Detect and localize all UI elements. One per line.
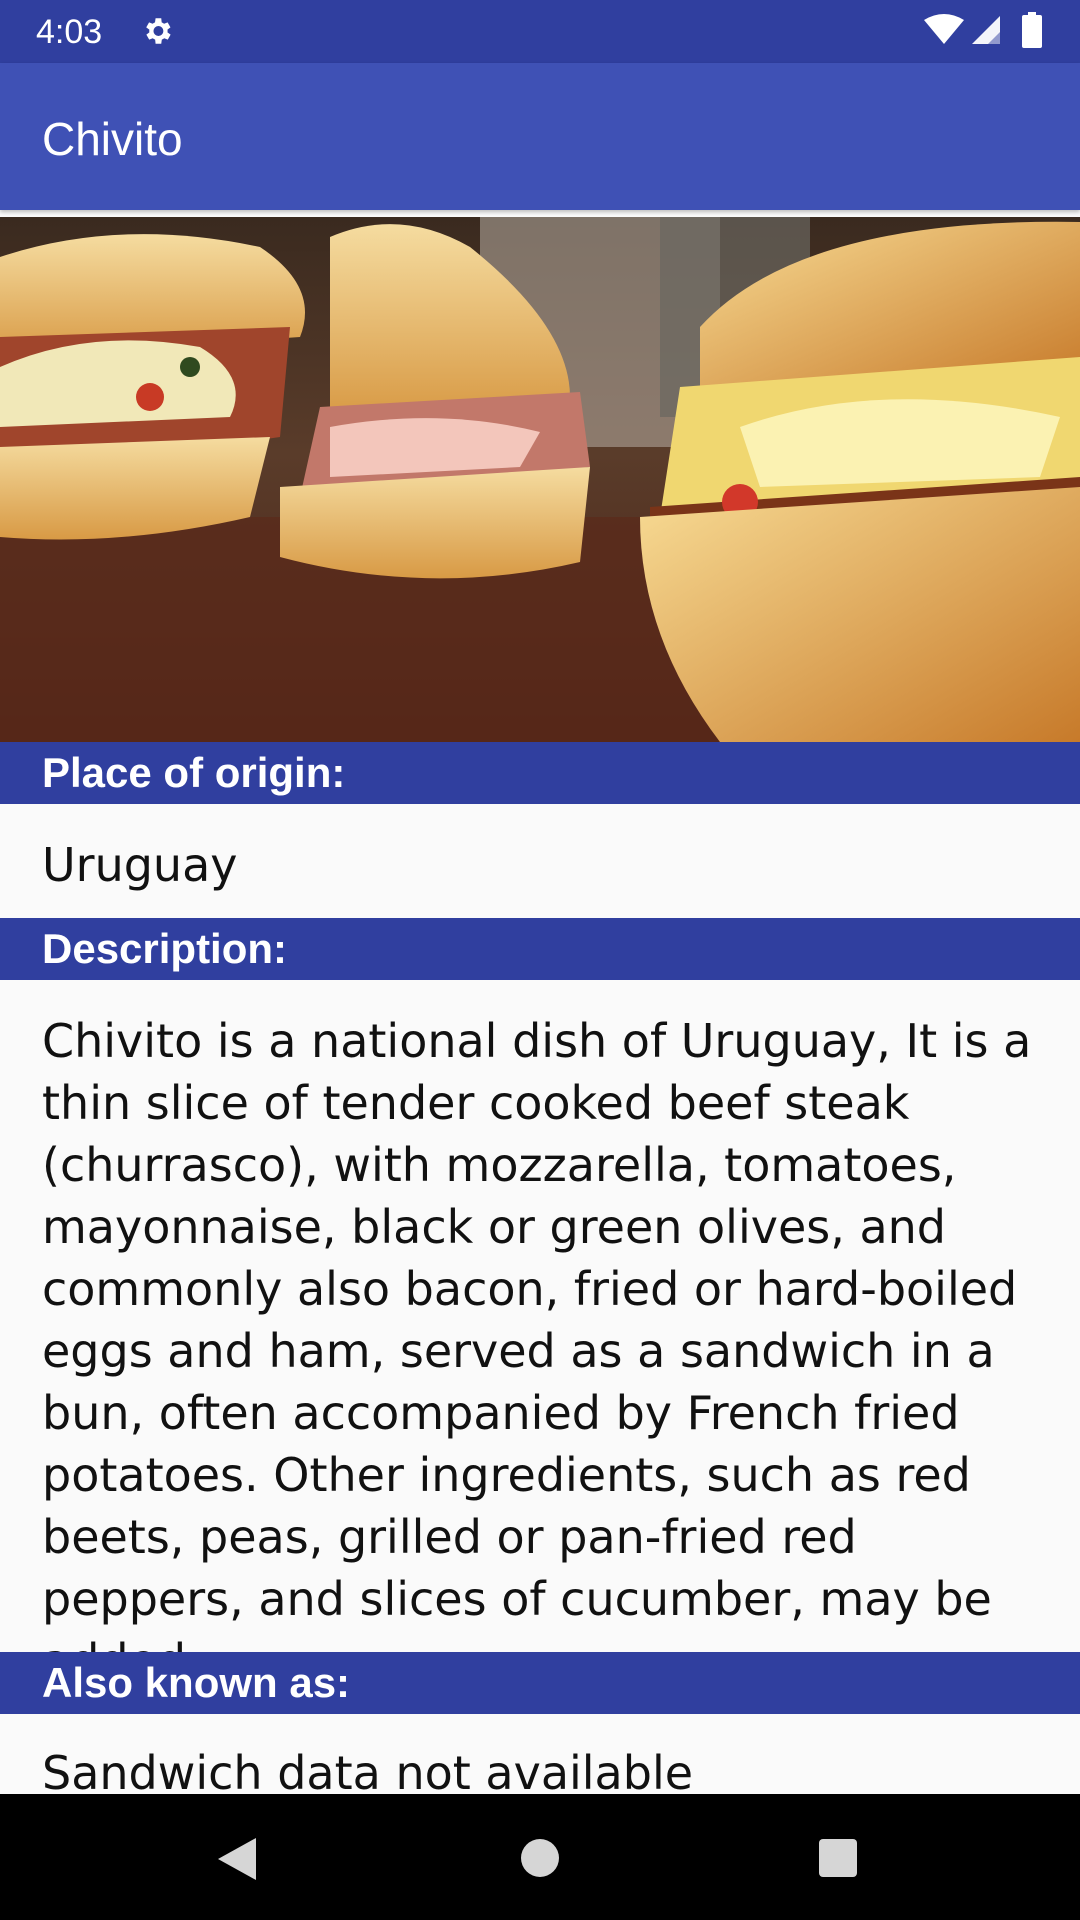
- cell-signal-icon: [972, 16, 1000, 44]
- wifi-icon: [924, 14, 964, 44]
- sandwich-photo: [0, 217, 1080, 742]
- description-header: Description:: [0, 918, 1080, 980]
- status-time: 4:03: [36, 13, 103, 51]
- status-bar: 4:03: [0, 0, 1080, 63]
- battery-icon: [1022, 12, 1042, 48]
- back-icon[interactable]: [216, 1836, 258, 1882]
- origin-header-label: Place of origin:: [42, 749, 346, 796]
- description-value: Chivito is a national dish of Uruguay, I…: [42, 1014, 1032, 1688]
- home-icon[interactable]: [520, 1838, 560, 1878]
- aka-header: Also known as:: [0, 1652, 1080, 1714]
- description-header-label: Description:: [42, 925, 288, 972]
- origin-value: Uruguay: [42, 838, 238, 892]
- recents-icon[interactable]: [818, 1838, 858, 1878]
- page-title: Chivito: [42, 113, 183, 165]
- origin-header: Place of origin:: [0, 742, 1080, 804]
- app-bar: Chivito: [0, 63, 1080, 210]
- aka-header-label: Also known as:: [42, 1659, 351, 1706]
- sandwich-illustration: [0, 217, 1080, 742]
- settings-gear-icon: [146, 18, 171, 44]
